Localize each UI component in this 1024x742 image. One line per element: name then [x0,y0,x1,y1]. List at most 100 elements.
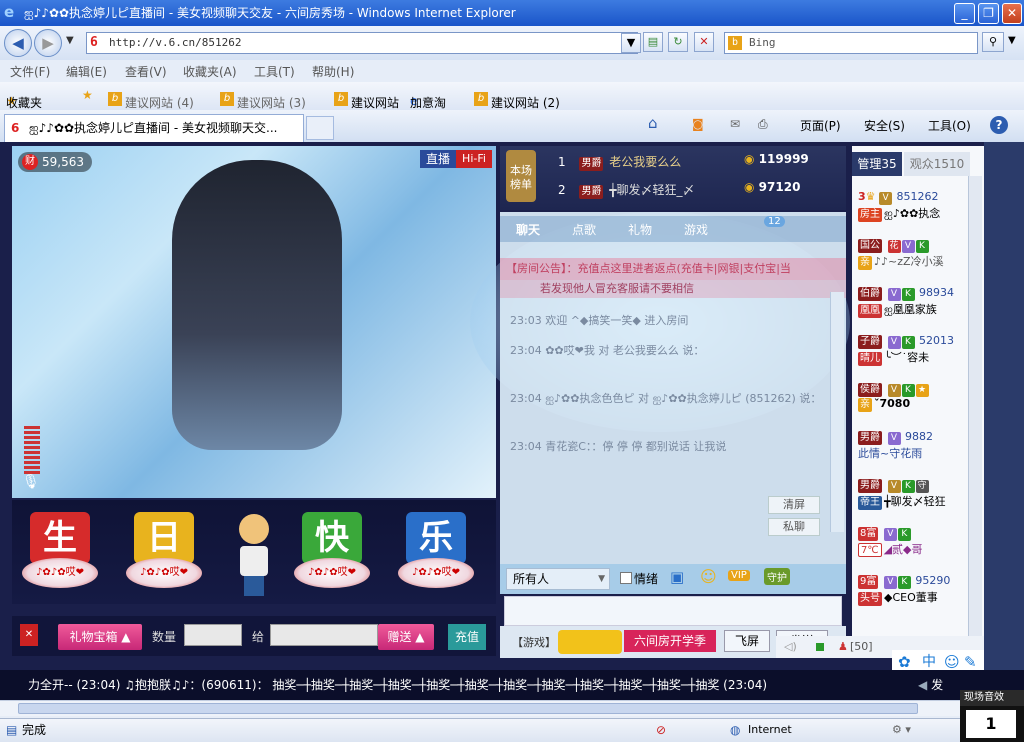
menu-favorites[interactable]: 收藏夹(A) [183,63,237,80]
user-row[interactable]: 3♛ V 851262 房主 ஐ♪✿✿执念 [858,190,984,234]
chat-message: 23:03 欢迎 ^◆搞笑一笑◆ 进入房间 [510,314,689,327]
gift-item-1[interactable]: 生 ♪✿♪✿哎❤ [22,512,98,592]
recipient-input[interactable] [270,624,378,646]
level-badge: 男爵 [579,157,604,171]
search-input[interactable]: b Bing [724,32,978,54]
sound-effects-label[interactable]: 现场音效 [960,690,1024,706]
horizontal-scrollbar[interactable] [0,700,960,716]
add-favorite-icon[interactable]: ★ [82,88,93,102]
chat-input[interactable] [504,596,842,626]
user-row[interactable]: 国公 花VK 亲 ♪♪~zZ冷小溪 [858,238,984,282]
user-list-scrollbar[interactable] [968,176,982,638]
ranking-title[interactable]: 本场榜单 [506,150,536,202]
vip-badge: V [883,576,897,589]
video-player[interactable]: 财 59,563 直播 Hi-Fi 🎙 [12,146,496,498]
mail-icon[interactable]: ✉ [730,117,740,131]
private-chat-button[interactable]: 私聊 [768,518,820,536]
speaker-icon[interactable]: ◁) [784,636,797,658]
fav-item-3[interactable]: b 建议网站 [334,88,399,110]
user-row[interactable]: 子爵 VK 52013 晴儿 ╰︶˙容未 [858,334,984,378]
page-menu[interactable]: 页面(P) [800,117,841,134]
tab-admins[interactable]: 管理35 [852,152,902,176]
target-select[interactable]: 所有人 ▼ [506,568,610,590]
popup-blocked-icon[interactable]: ⊘ [656,719,666,741]
menu-view[interactable]: 查看(V) [125,63,167,80]
history-dropdown-icon[interactable]: ▼ [66,35,74,46]
user-row[interactable]: 8富 VK 7℃ ◢贰◆哥 [858,526,984,570]
gift-box-button[interactable]: 礼物宝箱 ▲ [58,624,142,650]
gift-caption: ♪✿♪✿哎❤ [294,558,370,588]
address-dropdown-icon[interactable]: ▼ [621,33,641,53]
tools-menu[interactable]: 工具(O) [928,117,971,134]
gift-item-3[interactable]: 快 ♪✿♪✿哎❤ [294,512,370,592]
hifi-label: Hi-Fi [456,150,492,168]
refresh-icon[interactable]: ↻ [668,32,688,52]
address-bar[interactable]: 6 http://v.6.cn/851262 [86,32,638,54]
user-row[interactable]: 男爵 VK守 帝王 ╈聊发〆轻狂 [858,478,984,522]
image-icon[interactable]: ▣ [670,568,684,586]
help-icon[interactable]: ? [990,116,1008,134]
forward-button[interactable]: ▶ [34,29,62,57]
search-options-icon[interactable]: ▼ [1008,35,1016,46]
minimize-button[interactable]: _ [954,3,975,24]
chat-panel: 【房间公告】：充值点这里进者返点(充值卡|网银|支付宝|当 若发现他人冒充客服请… [500,212,846,564]
status-text: 完成 [22,723,47,737]
chat-scrollbar[interactable] [830,292,844,532]
menu-edit[interactable]: 编辑(E) [66,63,107,80]
vip-badge: V [879,192,893,205]
print-icon[interactable]: ⎙ [758,117,768,132]
new-tab-button[interactable] [306,116,334,140]
quantity-input[interactable] [184,624,242,646]
tab-audience[interactable]: 观众1510 [904,152,970,176]
menu-file[interactable]: 文件(F) [10,63,50,80]
emoji-icon[interactable]: ☺ [700,567,717,586]
level-badge: 男爵 [579,185,604,199]
safety-menu[interactable]: 安全(S) [864,117,905,134]
vip-icon[interactable]: VIP [728,570,750,581]
tab-active[interactable]: 6 ஐ♪♪✿✿执念婷儿ピ直播间 - 美女视频聊天交... [4,114,304,142]
clear-screen-button[interactable]: 清屏 [768,496,820,514]
tab-chat[interactable]: 聊天 [516,221,540,238]
user-row[interactable]: 男爵 V 9882 此情~守花雨 [858,430,984,474]
school-banner[interactable]: 六间房开学季 [624,630,716,652]
recharge-button[interactable]: 充值 [448,624,486,650]
gift-item-2[interactable]: 日 ♪✿♪✿哎❤ [126,512,202,592]
tab-songs[interactable]: 点歌 [572,221,596,238]
right-edge-panel [984,142,1024,700]
user-row[interactable]: 9富 VK 95290 头号 ◆CEO董事 [858,574,984,618]
fav-item-5[interactable]: b 建议网站 (2) [474,88,560,110]
user-row[interactable]: 侯爵 V K ★ 亲 ˇ7080 [858,382,984,426]
guard-icon[interactable]: 守护 [764,568,790,585]
tab-gifts[interactable]: 礼物 [628,221,652,238]
site-favicon-icon: 6 [90,35,98,50]
stop-icon[interactable]: ✕ [694,32,714,52]
emotion-checkbox[interactable] [620,572,632,584]
fly-screen-button[interactable]: 飞屏 [724,630,770,652]
quantity-label: 数量 [152,630,177,644]
vip-badge: V [887,432,901,445]
streamer-video-frame [172,160,342,450]
vip-badge: V [887,384,901,397]
fav-item-2[interactable]: b 建议网站 (3) [220,88,306,110]
home-icon[interactable]: ⌂ [648,114,658,132]
back-button[interactable]: ◀ [4,29,32,57]
menu-help[interactable]: 帮助(H) [312,63,354,80]
send-gift-button[interactable]: 赠送 ▲ [378,624,434,650]
menu-tools[interactable]: 工具(T) [254,63,295,80]
search-button[interactable]: ⚲ [982,32,1004,52]
restore-button[interactable]: ❐ [978,3,999,24]
k-badge: K [901,336,915,349]
tab-title: ஐ♪♪✿✿执念婷儿ピ直播间 - 美女视频聊天交... [29,121,278,135]
gift-item-4[interactable]: 乐 ♪✿♪✿哎❤ [398,512,474,592]
menu-bar: 文件(F) 编辑(E) 查看(V) 收藏夹(A) 工具(T) 帮助(H) [0,60,1024,82]
user-row[interactable]: 伯爵 VK 98934 凰凰 ஐ凰凰家族 [858,286,984,330]
close-button[interactable]: ✕ [1002,3,1022,24]
compatibility-view-icon[interactable]: ▤ [643,32,663,52]
tab-games[interactable]: 游戏 [684,221,708,238]
fav-item-1[interactable]: b 建议网站 (4) [108,88,194,110]
microphone-icon[interactable]: 🎙 [22,474,40,490]
gift-caption: ♪✿♪✿哎❤ [398,558,474,588]
feeds-icon[interactable]: ◙ [692,117,704,131]
zoom-control[interactable]: ⚙ ▾ [892,719,911,741]
mute-icon[interactable]: ✕ [20,624,38,646]
